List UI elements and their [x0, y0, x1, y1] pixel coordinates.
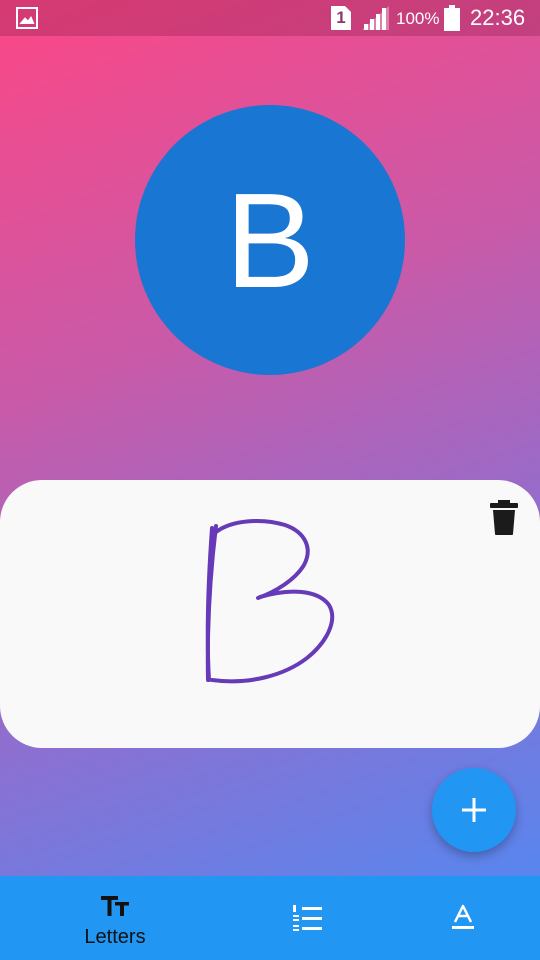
drawing-canvas-card[interactable]: [0, 480, 540, 748]
sim-icon: 1: [331, 6, 351, 30]
current-letter: B: [224, 164, 316, 316]
battery-percent: 100%: [396, 9, 440, 28]
numbered-list-icon: [293, 905, 322, 931]
plus-icon: [462, 798, 486, 822]
trash-icon[interactable]: [488, 497, 520, 537]
gallery-icon: [16, 7, 38, 29]
status-bar: 1 100% 22:36: [0, 0, 540, 36]
letter-display-circle: B: [135, 105, 405, 375]
signal-icon: [362, 6, 389, 30]
nav-item-letters[interactable]: Letters: [25, 876, 205, 960]
bottom-navigation: Letters: [0, 876, 540, 960]
handwritten-letter-drawing[interactable]: [0, 480, 540, 748]
font-style-icon: [452, 904, 474, 929]
text-size-icon: [101, 896, 129, 916]
add-button[interactable]: [432, 768, 516, 852]
battery-icon: [444, 5, 460, 31]
sim-slot-number: 1: [336, 8, 346, 27]
nav-label-letters: Letters: [84, 926, 146, 948]
clock: 22:36: [470, 5, 526, 30]
nav-item-font[interactable]: [372, 876, 540, 960]
